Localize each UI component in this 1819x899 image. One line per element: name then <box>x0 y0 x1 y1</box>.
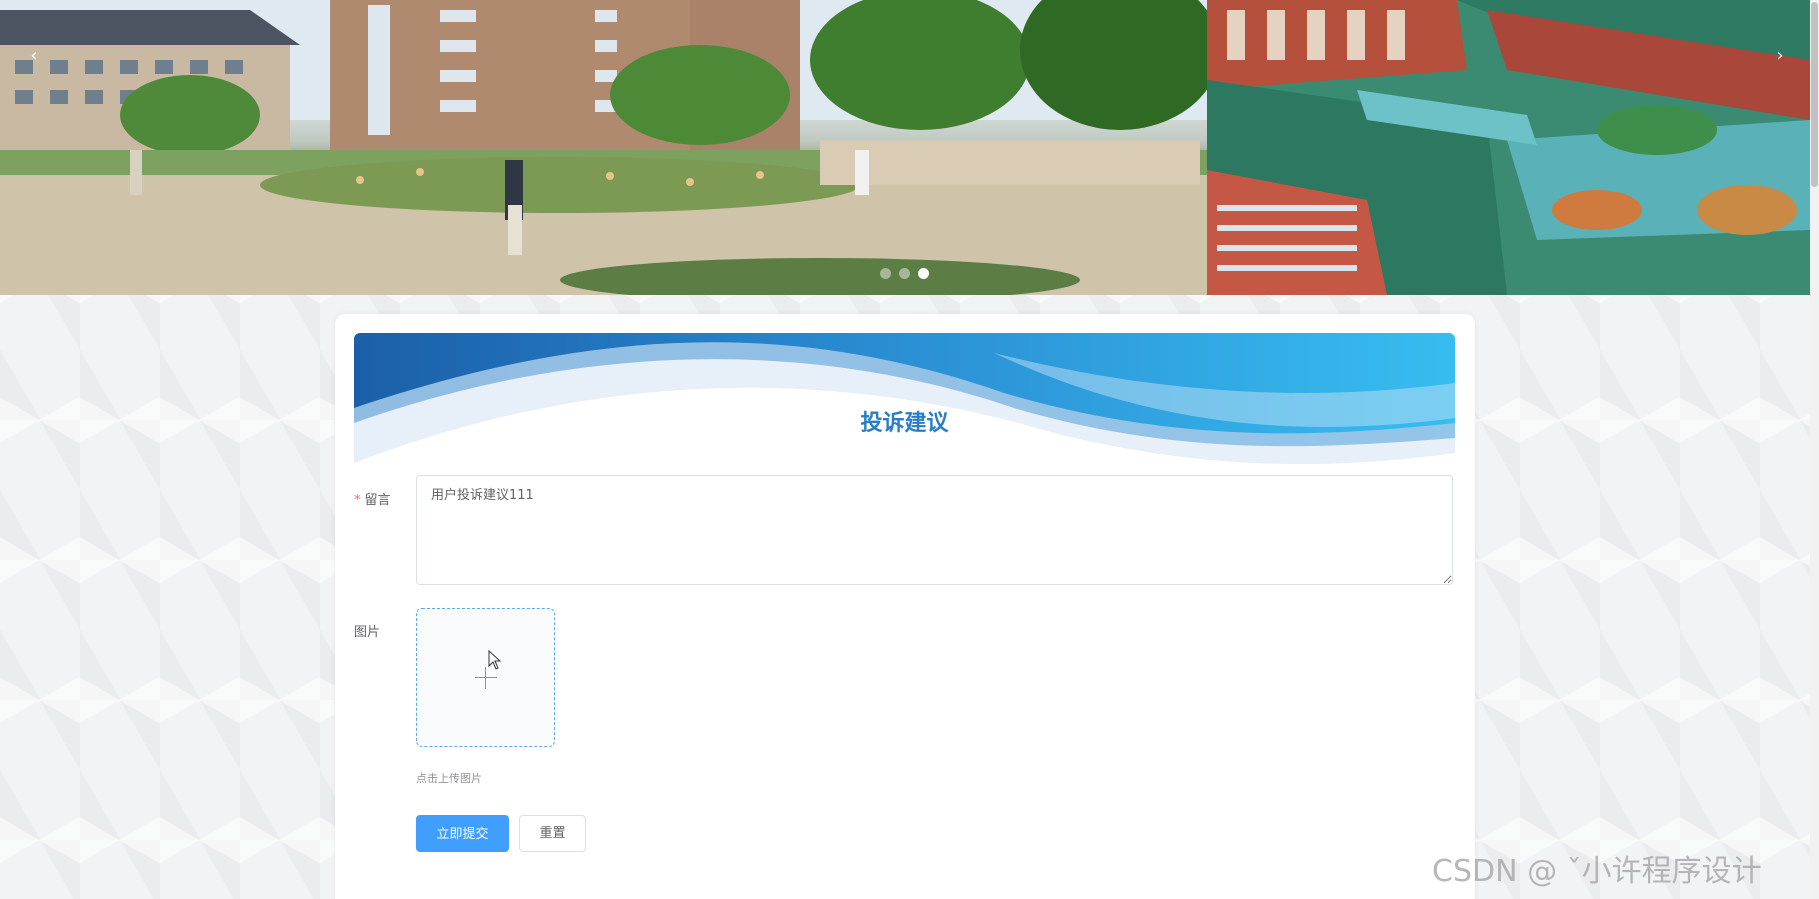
form-title: 投诉建议 <box>860 411 949 436</box>
carousel-indicators <box>880 268 929 279</box>
scrollbar-thumb[interactable] <box>1811 2 1818 187</box>
carousel-dot-2[interactable] <box>899 268 910 279</box>
page-scrollbar[interactable] <box>1810 0 1819 899</box>
image-upload-box[interactable] <box>416 608 555 747</box>
csdn-watermark: CSDN @ ˇ小许程序设计 <box>1432 854 1762 889</box>
message-form-row: * 留言 用户投诉建议111 <box>354 475 1455 587</box>
campus-photo-illustration <box>0 0 1207 295</box>
upload-hint: 点击上传图片 <box>416 772 482 785</box>
reset-button[interactable]: 重置 <box>519 815 586 852</box>
submit-button[interactable]: 立即提交 <box>416 815 509 852</box>
complaint-form-card: 投诉建议 * 留言 用户投诉建议111 图片 点击上传图片 立即提交 重置 <box>335 314 1475 899</box>
campus-photo-slide <box>0 0 1207 295</box>
aerial-campus-slide <box>1207 0 1810 295</box>
form-header-banner: 投诉建议 <box>354 333 1455 487</box>
aerial-campus-illustration <box>1207 0 1810 295</box>
image-label: 图片 <box>354 625 381 640</box>
mouse-cursor-icon <box>488 650 502 670</box>
carousel-next-arrow-icon[interactable]: › <box>1768 44 1792 68</box>
carousel-prev-arrow-icon[interactable]: ‹ <box>22 44 46 68</box>
image-form-row: 图片 点击上传图片 <box>354 608 1455 788</box>
message-label: * 留言 <box>354 489 391 508</box>
plus-icon-vertical <box>485 667 486 689</box>
plus-icon <box>475 677 497 678</box>
carousel-dot-3[interactable] <box>918 268 929 279</box>
carousel-dot-1[interactable] <box>880 268 891 279</box>
message-label-text: 留言 <box>364 493 391 508</box>
form-actions: 立即提交 重置 <box>354 815 1455 855</box>
image-carousel[interactable]: ‹ › <box>0 0 1810 295</box>
required-asterisk: * <box>354 493 361 508</box>
message-textarea[interactable]: 用户投诉建议111 <box>416 475 1453 585</box>
